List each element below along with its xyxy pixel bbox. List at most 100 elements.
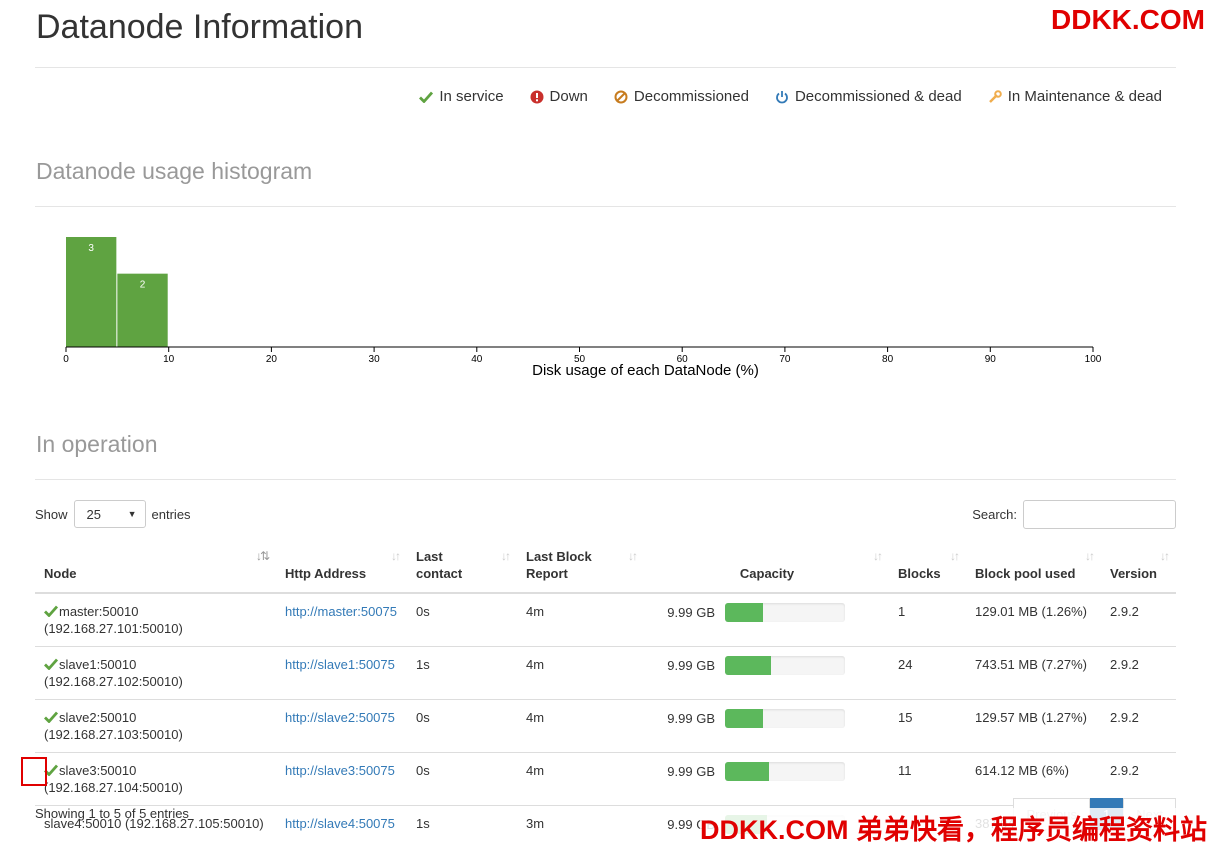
- sort-asc-icon: ↓⇅: [255, 549, 270, 563]
- table-header-row: Node ↓⇅ Http Address ↓↑ Last contact ↓↑ Las…: [35, 540, 1176, 594]
- watermark-bottom: DDKK.COM 弟弟快看，程序员编程资料站: [700, 808, 1207, 847]
- focus-highlight: [21, 757, 47, 786]
- node-cell: slave3:50010 (192.168.27.104:50010): [35, 752, 276, 806]
- x-tick-label: 20: [266, 354, 278, 365]
- capacity-bar: [725, 656, 845, 675]
- blocks-cell: 11: [889, 752, 966, 806]
- http-address-link[interactable]: http://master:50075: [285, 604, 397, 619]
- sort-icon: ↓↑: [501, 549, 511, 563]
- last-contact-cell: 1s: [407, 805, 517, 843]
- last-contact-cell: 0s: [407, 752, 517, 806]
- search-label: Search:: [972, 507, 1017, 522]
- blocks-cell: 24: [889, 646, 966, 700]
- http-address-link[interactable]: http://slave4:50075: [285, 816, 395, 831]
- table-row: slave2:50010 (192.168.27.103:50010) http:…: [35, 699, 1176, 753]
- show-label: Show: [35, 506, 68, 522]
- column-header-http-address[interactable]: Http Address ↓↑: [276, 540, 407, 594]
- legend-down: Down: [530, 88, 588, 105]
- last-report-cell: 4m: [517, 592, 644, 647]
- capacity-value: 9.99 GB: [667, 764, 715, 779]
- column-header-node[interactable]: Node ↓⇅: [35, 540, 276, 594]
- legend-label: Decommissioned & dead: [794, 88, 962, 105]
- capacity-bar-fill: [725, 762, 770, 781]
- http-cell: http://slave4:50075: [276, 805, 407, 843]
- node-name: slave3:50010 (192.168.27.104:50010): [44, 763, 183, 795]
- usage-histogram: 320 10 20 30 40 50 60 70 80 90 100Disk usage of ea…: [63, 237, 1102, 379]
- capacity-value: 9.99 GB: [667, 711, 715, 726]
- divider: [35, 67, 1176, 68]
- column-header-blocks[interactable]: Blocks ↓↑: [889, 540, 966, 594]
- exclamation-circle-icon: [530, 90, 544, 103]
- wrench-icon: [988, 89, 1002, 103]
- http-address-link[interactable]: http://slave3:50075: [285, 763, 395, 778]
- block-pool-cell: 129.01 MB (1.26%): [966, 592, 1101, 647]
- capacity-bar-fill: [725, 709, 764, 728]
- status-legend: In service Down Decommissioned Decommiss…: [419, 88, 1162, 105]
- capacity-value: 9.99 GB: [667, 605, 715, 620]
- node-name: master:50010 (192.168.27.101:50010): [44, 604, 183, 636]
- column-header-block-pool-used[interactable]: Block pool used ↓↑: [966, 540, 1101, 594]
- legend-decommissioned-dead: Decommissioned & dead: [775, 88, 962, 105]
- last-contact-cell: 0s: [407, 699, 517, 753]
- last-report-cell: 3m: [517, 805, 644, 843]
- check-icon: [44, 711, 58, 723]
- operation-title: In operation: [36, 431, 158, 457]
- node-cell: master:50010 (192.168.27.101:50010): [35, 592, 276, 647]
- capacity-bar: [725, 762, 845, 781]
- capacity-cell: 9.99 GB: [644, 752, 889, 806]
- legend-decommissioned: Decommissioned: [614, 88, 749, 105]
- sort-icon: ↓↑: [1085, 549, 1095, 563]
- version-cell: 2.9.2: [1101, 646, 1176, 700]
- column-header-last-contact[interactable]: Last contact ↓↑: [407, 540, 517, 594]
- http-address-link[interactable]: http://slave1:50075: [285, 657, 395, 672]
- ban-icon: [614, 90, 628, 103]
- capacity-cell: 9.99 GB: [644, 646, 889, 700]
- legend-in-service: In service: [419, 88, 504, 105]
- last-report-cell: 4m: [517, 699, 644, 753]
- http-address-link[interactable]: http://slave2:50075: [285, 710, 395, 725]
- x-tick-label: 40: [471, 354, 483, 365]
- x-tick-label: 90: [985, 354, 997, 365]
- last-report-cell: 4m: [517, 752, 644, 806]
- http-cell: http://slave1:50075: [276, 646, 407, 700]
- table-info: Showing 1 to 5 of 5 entries: [35, 806, 189, 821]
- x-tick-label: 0: [63, 354, 69, 365]
- divider: [35, 206, 1176, 207]
- watermark-top: DDKK.COM: [1051, 4, 1205, 35]
- x-tick-label: 30: [369, 354, 381, 365]
- http-cell: http://master:50075: [276, 592, 407, 647]
- sort-icon: ↓↑: [628, 549, 638, 563]
- sort-icon: ↓↑: [1160, 549, 1170, 563]
- blocks-cell: 15: [889, 699, 966, 753]
- capacity-value: 9.99 GB: [667, 658, 715, 673]
- check-icon: [419, 91, 434, 103]
- node-name: slave1:50010 (192.168.27.102:50010): [44, 657, 183, 689]
- blocks-cell: 1: [889, 592, 966, 647]
- page-size-select[interactable]: 25 ▼: [73, 500, 146, 528]
- capacity-cell: 9.99 GB: [644, 592, 889, 647]
- version-cell: 2.9.2: [1101, 699, 1176, 753]
- x-tick-label: 10: [163, 354, 175, 365]
- table-row: slave1:50010 (192.168.27.102:50010) http:…: [35, 646, 1176, 700]
- capacity-bar: [725, 603, 845, 622]
- search-input[interactable]: [1023, 500, 1176, 529]
- legend-label: Down: [549, 88, 588, 105]
- legend-label: Decommissioned: [633, 88, 749, 105]
- entries-label: entries: [151, 506, 191, 522]
- column-header-last-block-report[interactable]: Last Block Report ↓↑: [517, 540, 644, 594]
- node-name: slave2:50010 (192.168.27.103:50010): [44, 710, 183, 742]
- column-header-version[interactable]: Version ↓↑: [1101, 540, 1176, 594]
- block-pool-cell: 743.51 MB (7.27%): [966, 646, 1101, 700]
- sort-icon: ↓↑: [873, 549, 883, 563]
- sort-icon: ↓↑: [950, 549, 960, 563]
- capacity-bar-fill: [725, 603, 764, 622]
- legend-label: In service: [439, 88, 504, 105]
- x-axis-label: Disk usage of each DataNode (%): [532, 362, 759, 379]
- http-cell: http://slave2:50075: [276, 699, 407, 753]
- http-cell: http://slave3:50075: [276, 752, 407, 806]
- column-header-capacity[interactable]: Capacity ↓↑: [644, 540, 889, 594]
- x-tick-label: 100: [1085, 354, 1102, 365]
- last-contact-cell: 0s: [407, 592, 517, 647]
- block-pool-cell: 129.57 MB (1.27%): [966, 699, 1101, 753]
- version-cell: 2.9.2: [1101, 592, 1176, 647]
